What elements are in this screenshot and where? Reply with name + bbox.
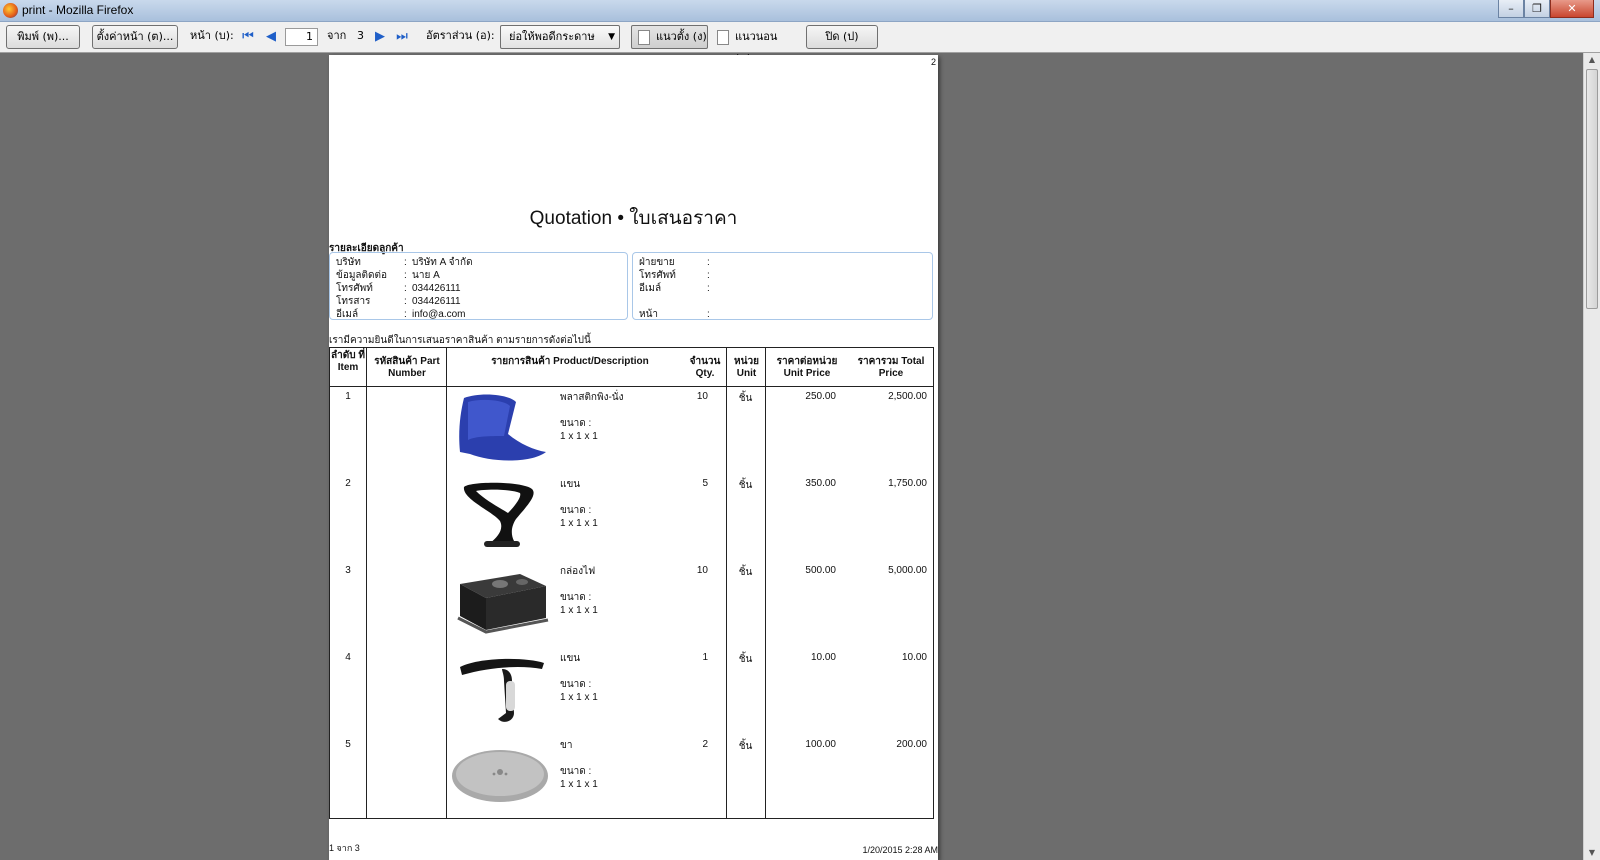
page-footer-date: 1/20/2015 2:28 AM bbox=[862, 845, 938, 855]
page-setup-button[interactable]: ตั้งค่าหน้า (ต)... bbox=[92, 25, 178, 49]
customer-row: อีเมล์: info@a.com bbox=[336, 309, 466, 320]
column-header-unit-price: ราคาต่อหน่วย Unit Price bbox=[776, 356, 838, 379]
total-pages: 3 bbox=[357, 29, 364, 42]
column-header-item: ลำดับ ที่ Item bbox=[331, 350, 365, 373]
print-button[interactable]: พิมพ์ (พ)... bbox=[6, 25, 80, 49]
previous-page-icon[interactable]: ◀ bbox=[264, 30, 278, 44]
next-page-icon[interactable]: ▶ bbox=[373, 30, 387, 44]
column-header-description: รายการสินค้า Product/Description bbox=[491, 356, 649, 367]
window-controls: – ❐ ✕ bbox=[1498, 0, 1594, 18]
portrait-label: แนวตั้ง (ง) bbox=[656, 30, 707, 43]
scroll-down-icon[interactable]: ▼ bbox=[1584, 846, 1600, 860]
vertical-scrollbar[interactable]: ▲ ▼ bbox=[1583, 53, 1600, 860]
quotation-table: ลำดับ ที่ Item รหัสสินค้า Part Number รา… bbox=[329, 347, 934, 819]
page-footer-count: 1 จาก 3 bbox=[329, 843, 360, 853]
seller-info-box: ฝ่ายขาย: โทรศัพท์: อีเมล์: หน้า: bbox=[632, 252, 933, 320]
scroll-up-icon[interactable]: ▲ bbox=[1584, 53, 1600, 67]
round-base-image bbox=[450, 740, 550, 812]
column-header-unit: หน่วย Unit bbox=[734, 356, 759, 379]
title-bar: print - Mozilla Firefox – ❐ ✕ bbox=[0, 0, 1600, 22]
landscape-toggle[interactable]: แนวนอน (น) bbox=[710, 25, 796, 65]
document-title: Quotation • ใบเสนอราคา bbox=[529, 208, 738, 229]
page-label: หน้า (บ): bbox=[190, 29, 234, 42]
maximize-button[interactable]: ❐ bbox=[1524, 0, 1550, 18]
t-armrest-image bbox=[450, 653, 550, 725]
column-header-qty: จำนวน Qty. bbox=[689, 356, 721, 379]
print-preview-toolbar: พิมพ์ (พ)... ตั้งค่าหน้า (ต)... หน้า (บ)… bbox=[0, 22, 1600, 65]
intro-text: เรามีความยินดีในการเสนอราคาสินค้า ตามราย… bbox=[329, 335, 591, 346]
column-header-total: ราคารวม Total Price bbox=[857, 356, 925, 379]
close-window-button[interactable]: ✕ bbox=[1550, 0, 1594, 18]
first-page-icon[interactable]: ⏮ bbox=[241, 30, 255, 44]
customer-info-box: บริษัท: บริษัท A จำกัด ข้อมูลติดต่อ: นาย A… bbox=[329, 252, 628, 320]
seller-row: หน้า: bbox=[639, 309, 710, 320]
seller-row: อีเมล์: bbox=[639, 283, 710, 294]
scale-select-value: ย่อให้พอดีกระดาษ bbox=[509, 30, 595, 43]
landscape-page-icon bbox=[717, 30, 729, 45]
scale-label: อัตราส่วน (อ): bbox=[426, 29, 495, 42]
scrollbar-thumb[interactable] bbox=[1586, 69, 1598, 309]
firefox-icon bbox=[3, 3, 18, 18]
minimize-button[interactable]: – bbox=[1498, 0, 1524, 18]
power-box-image bbox=[450, 566, 550, 638]
chevron-down-icon: ▼ bbox=[608, 32, 615, 42]
last-page-icon[interactable]: ⏭ bbox=[395, 30, 409, 44]
print-page: 2 Quotation • ใบเสนอราคา รายละเอียดลูกค้… bbox=[329, 55, 938, 860]
of-label: จาก bbox=[327, 29, 347, 42]
close-preview-button[interactable]: ปิด (ป) bbox=[806, 25, 878, 49]
black-loop-armrest-image bbox=[450, 479, 550, 551]
scale-select[interactable]: ย่อให้พอดีกระดาษ ▼ bbox=[500, 25, 620, 49]
window-title: print - Mozilla Firefox bbox=[22, 3, 134, 17]
page-corner-number: 2 bbox=[930, 57, 936, 67]
column-header-part: รหัสสินค้า Part Number bbox=[374, 356, 440, 379]
portrait-page-icon bbox=[638, 30, 650, 45]
page-number-input[interactable]: 1 bbox=[285, 28, 318, 46]
portrait-toggle[interactable]: แนวตั้ง (ง) bbox=[631, 25, 708, 49]
blue-seat-shell-image bbox=[450, 392, 550, 464]
